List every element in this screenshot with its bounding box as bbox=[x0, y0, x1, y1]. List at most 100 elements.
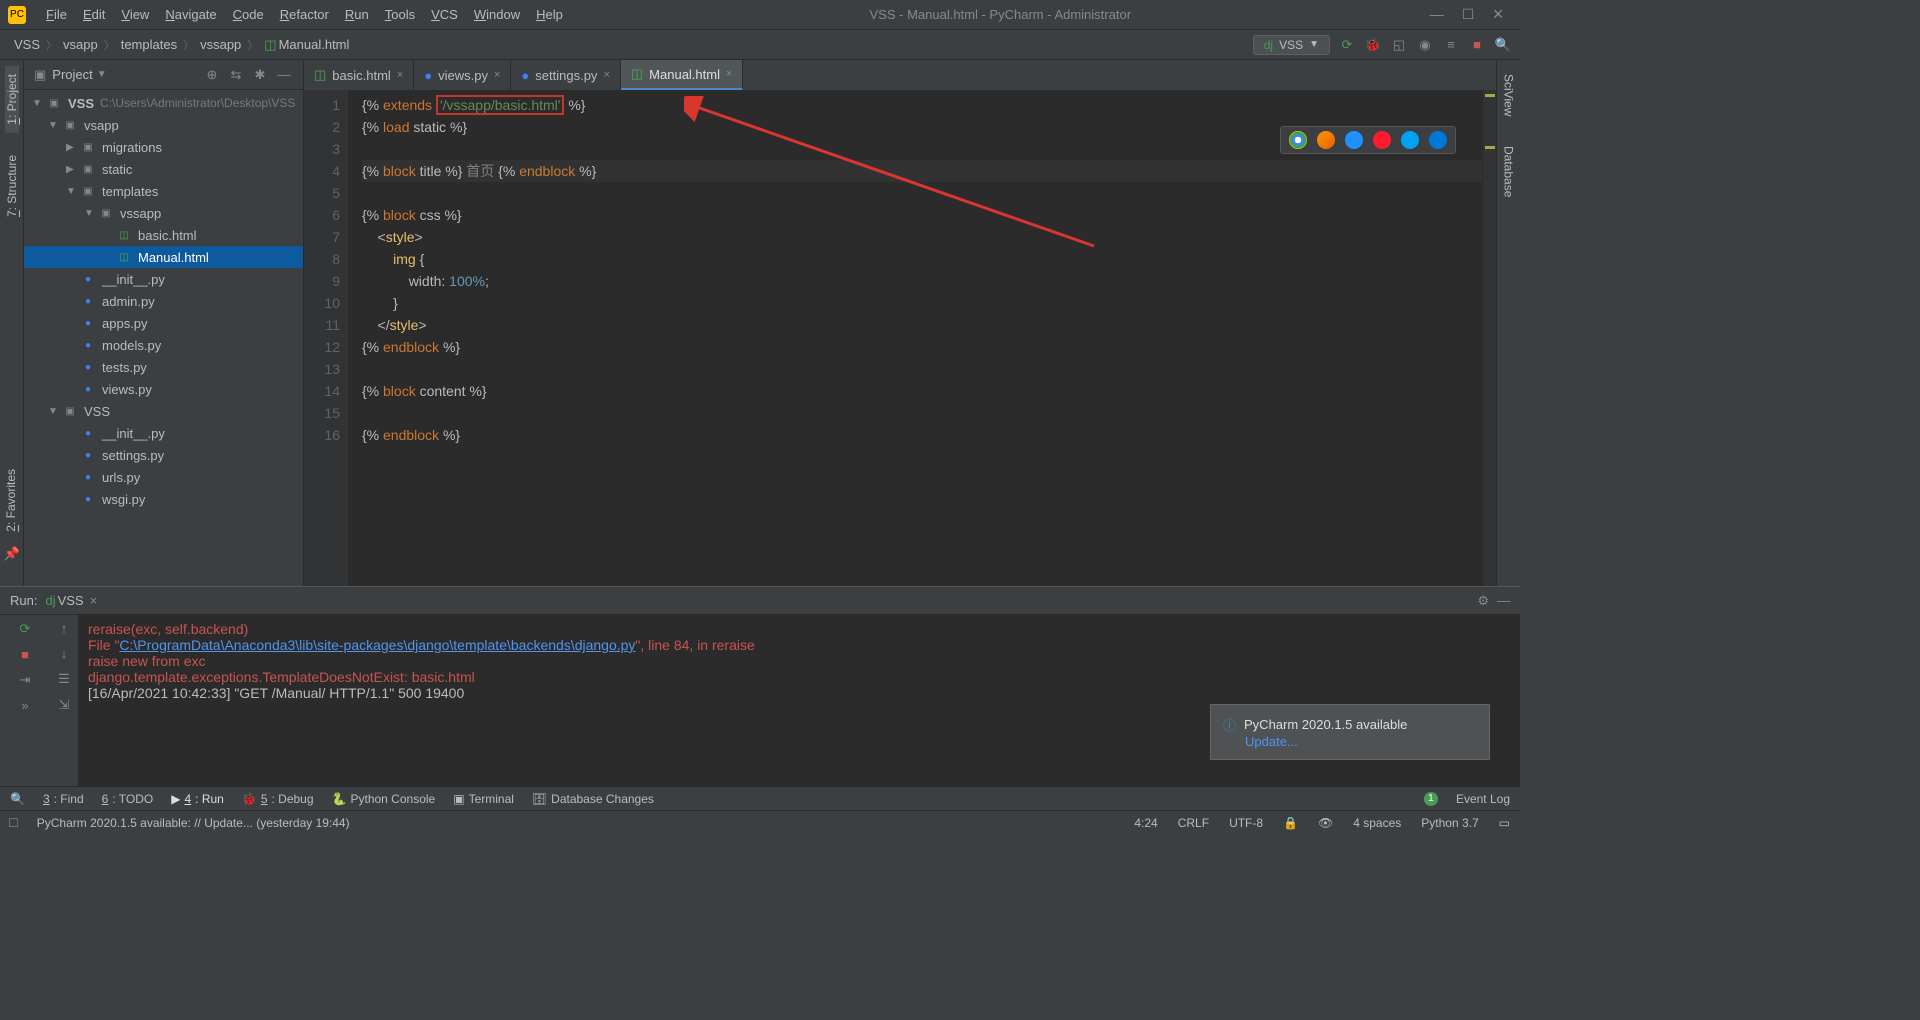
settings-icon[interactable]: ✱ bbox=[251, 66, 269, 84]
editor-tab[interactable]: ●settings.py× bbox=[511, 60, 620, 90]
breadcrumb-item[interactable]: vsapp bbox=[63, 37, 98, 52]
tree-item[interactable]: ▼▣VSS bbox=[24, 400, 303, 422]
locate-icon[interactable]: ⊕ bbox=[203, 66, 221, 84]
menu-window[interactable]: Window bbox=[466, 7, 528, 22]
tree-item[interactable]: ●admin.py bbox=[24, 290, 303, 312]
chrome-icon[interactable] bbox=[1289, 131, 1307, 149]
tree-root[interactable]: ▼ ▣ VSS C:\Users\Administrator\Desktop\V… bbox=[24, 92, 303, 114]
pin-icon[interactable]: ⇥ bbox=[20, 672, 31, 688]
tree-item[interactable]: ●views.py bbox=[24, 378, 303, 400]
tool-sciview[interactable]: SciView bbox=[1502, 66, 1516, 124]
tree-item[interactable]: ▼▣vssapp bbox=[24, 202, 303, 224]
tree-item[interactable]: ▼▣vsapp bbox=[24, 114, 303, 136]
code-editor[interactable]: 12345678910111213141516 {% extends '/vss… bbox=[304, 90, 1496, 586]
tool-database[interactable]: Database bbox=[1502, 138, 1516, 205]
more-icon[interactable]: » bbox=[21, 698, 28, 713]
breadcrumb-item[interactable]: Manual.html bbox=[279, 37, 350, 52]
breadcrumb-item[interactable]: VSS bbox=[14, 37, 40, 52]
tree-item[interactable]: ●settings.py bbox=[24, 444, 303, 466]
breadcrumb-item[interactable]: templates bbox=[121, 37, 177, 52]
tree-item[interactable]: ●__init__.py bbox=[24, 268, 303, 290]
bookmark-icon[interactable]: 📌 bbox=[0, 540, 24, 562]
stop-icon[interactable]: ■ bbox=[21, 647, 29, 662]
firefox-icon[interactable] bbox=[1317, 131, 1335, 149]
caret-position[interactable]: 4:24 bbox=[1124, 816, 1167, 830]
bottom-tool-run[interactable]: ▶ 4: Run bbox=[171, 792, 224, 806]
bottom-tool-todo[interactable]: 6: TODO bbox=[102, 792, 154, 806]
update-notification[interactable]: ⓘPyCharm 2020.1.5 available Update... bbox=[1210, 704, 1490, 760]
opera-icon[interactable] bbox=[1373, 131, 1391, 149]
tree-item[interactable]: ●wsgi.py bbox=[24, 488, 303, 510]
status-message[interactable]: PyCharm 2020.1.5 available: // Update...… bbox=[27, 816, 360, 830]
project-panel-title[interactable]: Project ▼ bbox=[52, 67, 106, 82]
maximize-icon[interactable]: ☐ bbox=[1462, 6, 1475, 23]
close-icon[interactable]: × bbox=[90, 593, 98, 608]
run-config-select[interactable]: dj VSS ▼ bbox=[1253, 35, 1330, 55]
tree-item[interactable]: ▶▣migrations bbox=[24, 136, 303, 158]
memory-icon[interactable]: ▭ bbox=[1489, 816, 1520, 830]
breadcrumb-item[interactable]: vssapp bbox=[200, 37, 241, 52]
tree-item[interactable]: ▶▣static bbox=[24, 158, 303, 180]
gear-icon[interactable]: ⚙ bbox=[1477, 593, 1489, 609]
line-separator[interactable]: CRLF bbox=[1168, 816, 1219, 830]
bottom-tool-terminal[interactable]: ▣ Terminal bbox=[453, 792, 514, 806]
code-line[interactable]: width: 100%; bbox=[362, 270, 1482, 292]
indent-info[interactable]: 4 spaces bbox=[1343, 816, 1411, 830]
stop-icon[interactable]: ■ bbox=[1468, 36, 1486, 54]
menu-edit[interactable]: Edit bbox=[75, 7, 113, 22]
menu-file[interactable]: File bbox=[38, 7, 75, 22]
code-line[interactable]: <style> bbox=[362, 226, 1482, 248]
code-line[interactable]: </style> bbox=[362, 314, 1482, 336]
run-icon[interactable]: ⟳ bbox=[1338, 36, 1356, 54]
menu-run[interactable]: Run bbox=[337, 7, 377, 22]
close-icon[interactable]: × bbox=[726, 68, 732, 80]
tree-item[interactable]: ●tests.py bbox=[24, 356, 303, 378]
tool-structure[interactable]: 7: Structure bbox=[5, 147, 19, 225]
minimize-icon[interactable]: — bbox=[1430, 6, 1444, 23]
notification-action[interactable]: Update... bbox=[1245, 734, 1477, 749]
hide-icon[interactable]: — bbox=[1497, 593, 1510, 608]
editor-code[interactable]: {% extends '/vssapp/basic.html' %}{% loa… bbox=[348, 90, 1482, 586]
close-icon[interactable]: ✕ bbox=[1492, 6, 1504, 23]
bottom-tool-dbchanges[interactable]: 🗄 Database Changes bbox=[532, 792, 654, 806]
code-line[interactable]: {% block css %} bbox=[362, 204, 1482, 226]
coverage-icon[interactable]: ◱ bbox=[1390, 36, 1408, 54]
tree-item[interactable]: ◫Manual.html bbox=[24, 246, 303, 268]
hide-icon[interactable]: — bbox=[275, 66, 293, 84]
code-line[interactable]: {% extends '/vssapp/basic.html' %} bbox=[362, 94, 1482, 116]
expand-icon[interactable]: ⇆ bbox=[227, 66, 245, 84]
bottom-tool-find[interactable]: 3: Find bbox=[43, 792, 84, 806]
lock-icon[interactable]: 🔒 bbox=[1273, 816, 1308, 830]
interpreter-info[interactable]: Python 3.7 bbox=[1411, 816, 1488, 830]
tool-favorites[interactable]: 2: Favorites bbox=[0, 461, 22, 540]
tree-item[interactable]: ●apps.py bbox=[24, 312, 303, 334]
search-everywhere-icon[interactable]: 🔍 bbox=[1494, 36, 1512, 54]
code-line[interactable]: {% block title %} 首页 {% endblock %} bbox=[362, 160, 1482, 182]
down-icon[interactable]: ↓ bbox=[61, 646, 68, 661]
code-line[interactable]: img { bbox=[362, 248, 1482, 270]
tree-item[interactable]: ▼▣templates bbox=[24, 180, 303, 202]
inspect-icon[interactable]: 👁 bbox=[1308, 816, 1343, 830]
scroll-icon[interactable]: ⇲ bbox=[59, 697, 70, 713]
menu-tools[interactable]: Tools bbox=[377, 7, 423, 22]
breadcrumb[interactable]: VSS〉vsapp〉templates〉vssapp〉◫Manual.html bbox=[0, 37, 349, 53]
concurrency-icon[interactable]: ≡ bbox=[1442, 36, 1460, 54]
breadcrumb-item[interactable]: ◫Manual.html bbox=[264, 37, 349, 53]
file-encoding[interactable]: UTF-8 bbox=[1219, 816, 1273, 830]
menu-vcs[interactable]: VCS bbox=[423, 7, 466, 22]
menu-refactor[interactable]: Refactor bbox=[272, 7, 337, 22]
editor-overview-ruler[interactable] bbox=[1482, 90, 1496, 586]
code-line[interactable]: } bbox=[362, 292, 1482, 314]
menu-code[interactable]: Code bbox=[225, 7, 272, 22]
safari-icon[interactable] bbox=[1345, 131, 1363, 149]
project-tree[interactable]: ▼ ▣ VSS C:\Users\Administrator\Desktop\V… bbox=[24, 90, 303, 586]
ie-icon[interactable] bbox=[1401, 131, 1419, 149]
code-line[interactable] bbox=[362, 182, 1482, 204]
editor-tab[interactable]: ●views.py× bbox=[414, 60, 511, 90]
tree-item[interactable]: ●urls.py bbox=[24, 466, 303, 488]
code-line[interactable]: {% endblock %} bbox=[362, 424, 1482, 446]
stacktrace-link[interactable]: C:\ProgramData\Anaconda3\lib\site-packag… bbox=[119, 637, 635, 653]
up-icon[interactable]: ↑ bbox=[61, 621, 68, 636]
code-line[interactable] bbox=[362, 402, 1482, 424]
close-icon[interactable]: × bbox=[603, 69, 609, 81]
